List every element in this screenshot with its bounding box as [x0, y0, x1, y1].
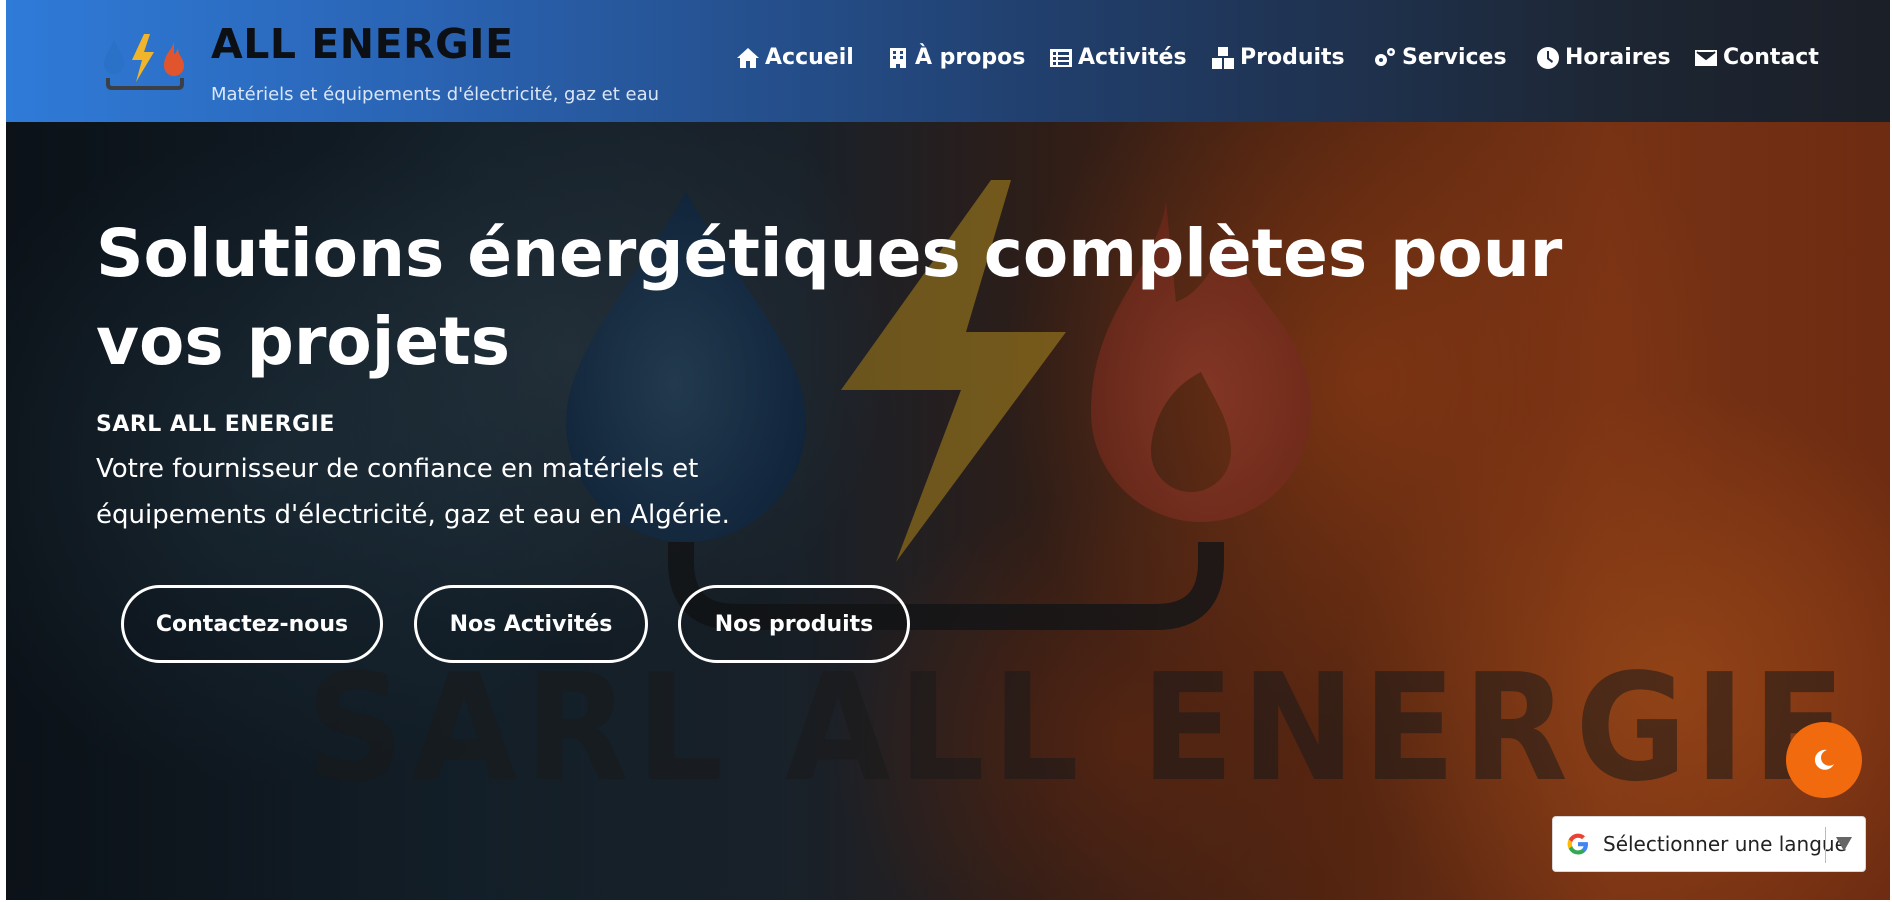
- page: ALL ENERGIE Matériels et équipements d'é…: [6, 0, 1890, 900]
- nav-services[interactable]: Services: [1373, 45, 1507, 70]
- nav-horaires-label: Horaires: [1565, 45, 1671, 70]
- our-activities-button[interactable]: Nos Activités: [414, 585, 648, 663]
- nav-activites[interactable]: Activités: [1049, 45, 1187, 70]
- envelope-icon: [1695, 49, 1717, 66]
- nav-a-propos[interactable]: À propos: [886, 45, 1025, 70]
- nav-horaires[interactable]: Horaires: [1536, 45, 1671, 70]
- hero-watermark: SARL ALL ENERGIE: [306, 642, 1853, 814]
- nav-produits[interactable]: Produits: [1211, 45, 1345, 70]
- boxes-icon: [1212, 46, 1234, 69]
- clock-icon: [1537, 46, 1559, 69]
- our-products-button[interactable]: Nos produits: [678, 585, 910, 663]
- hero-company-name: SARL ALL ENERGIE: [96, 412, 335, 437]
- language-select[interactable]: Sélectionner une langue: [1552, 816, 1866, 872]
- caret-down-icon: [1836, 837, 1852, 851]
- nav-a-propos-label: À propos: [915, 45, 1026, 70]
- list-icon: [1050, 48, 1072, 67]
- google-g-icon: [1567, 833, 1588, 855]
- nav-services-label: Services: [1402, 45, 1507, 70]
- hero-description: Votre fournisseur de confiance en matéri…: [96, 454, 730, 530]
- nav-accueil-label: Accueil: [765, 45, 854, 70]
- nav-contact-label: Contact: [1723, 45, 1819, 70]
- brand-tagline: Matériels et équipements d'électricité, …: [211, 84, 660, 105]
- home-icon: [737, 47, 759, 68]
- language-select-label: Sélectionner une langue: [1603, 832, 1847, 856]
- nav-produits-label: Produits: [1240, 45, 1345, 70]
- contact-us-button[interactable]: Contactez-nous: [121, 585, 383, 663]
- nav-activites-label: Activités: [1078, 45, 1187, 70]
- moon-icon: [1814, 749, 1834, 770]
- main-nav: Accueil À propos Activités Produits Serv…: [6, 45, 1890, 77]
- language-select-divider: [1825, 827, 1826, 863]
- hero-title: Solutions énergétiques complètes pour vo…: [96, 215, 1563, 380]
- nav-contact[interactable]: Contact: [1694, 45, 1819, 70]
- theme-toggle-button[interactable]: [1786, 722, 1862, 798]
- building-icon: [890, 47, 906, 68]
- nav-accueil[interactable]: Accueil: [736, 45, 854, 70]
- site-header: ALL ENERGIE Matériels et équipements d'é…: [6, 0, 1890, 122]
- gears-icon: [1375, 47, 1395, 66]
